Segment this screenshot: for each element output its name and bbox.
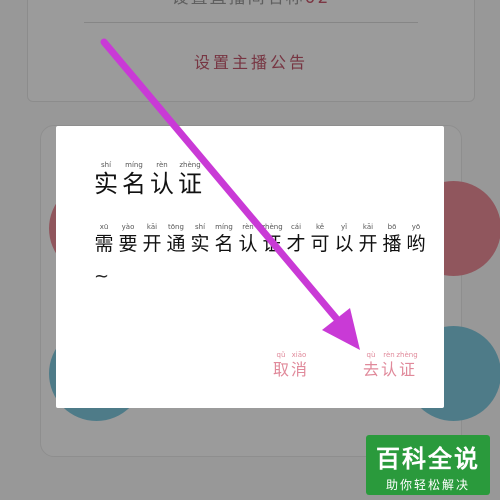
baike-watermark-logo: 百科全说 助你轻松解决 [366,435,490,495]
arrow-head [322,308,360,350]
watermark-main: 百科全说 [376,445,480,473]
arrow-shaft [100,38,340,322]
watermark-sub: 助你轻松解决 [385,478,470,492]
annotation-arrow [100,38,360,350]
